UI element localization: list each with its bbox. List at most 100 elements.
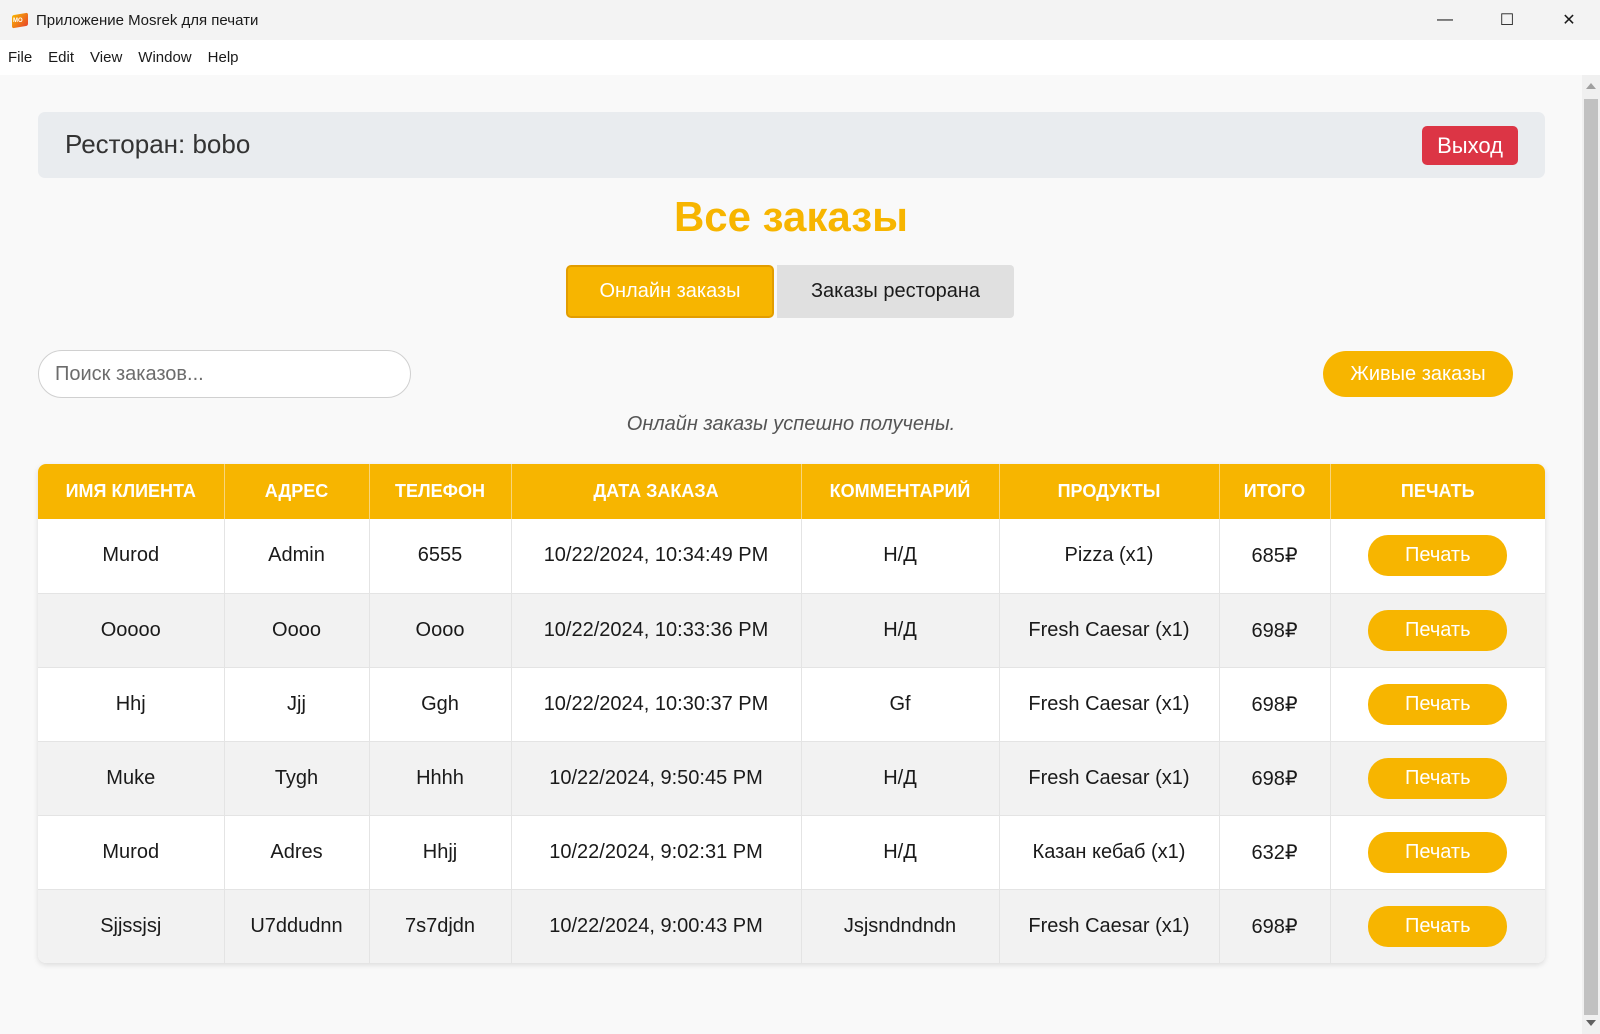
cell-print: Печать (1330, 519, 1545, 594)
tab-online-orders[interactable]: Онлайн заказы (566, 265, 774, 318)
header-total[interactable]: Итого (1219, 464, 1331, 519)
print-button[interactable]: Печать (1368, 535, 1508, 577)
logout-button[interactable]: Выход (1422, 126, 1518, 165)
cell-order-date: 10/22/2024, 10:33:36 PM (511, 593, 802, 668)
tab-restaurant-orders[interactable]: Заказы ресторана (777, 265, 1014, 318)
table-row: Murod Admin 6555 10/22/2024, 10:34:49 PM Н/Д… (38, 519, 1545, 594)
menu-bar: File Edit View Window Help (0, 40, 1600, 75)
cell-products: Fresh Caesar (x1) (999, 593, 1220, 668)
cell-print: Печать (1330, 815, 1545, 890)
menu-edit[interactable]: Edit (48, 49, 74, 66)
cell-order-date: 10/22/2024, 10:34:49 PM (511, 519, 802, 594)
maximize-icon: ☐ (1499, 12, 1515, 29)
table-row: Muke Tygh Hhhh 10/22/2024, 9:50:45 PM Н/Д Fre… (38, 741, 1545, 816)
print-button[interactable]: Печать (1368, 683, 1508, 725)
cell-client-name: Muke (38, 741, 225, 816)
header-comment[interactable]: Комментарий (801, 464, 1000, 519)
maximize-button[interactable]: ☐ (1476, 0, 1538, 40)
header-client-name[interactable]: Имя клиента (38, 464, 225, 519)
cell-products: Fresh Caesar (x1) (999, 667, 1220, 742)
cell-products: Fresh Caesar (x1) (999, 741, 1220, 816)
restaurant-name: Ресторан: bobo (65, 129, 251, 159)
page-title: Все заказы (673, 193, 909, 240)
print-button[interactable]: Печать (1368, 757, 1508, 799)
cell-order-date: 10/22/2024, 10:30:37 PM (511, 667, 802, 742)
cell-total: 698₽ (1219, 741, 1331, 816)
table-row: Sjjssjsj U7ddudnn 7s7djdn 10/22/2024, 9:00:… (38, 889, 1545, 963)
scroll-up-arrow-icon[interactable] (1586, 83, 1596, 89)
vertical-scrollbar[interactable] (1582, 75, 1600, 1034)
cell-address: Adres (224, 815, 370, 890)
scrollbar-thumb[interactable] (1584, 99, 1598, 1015)
menu-file[interactable]: File (8, 49, 32, 66)
print-button[interactable]: Печать (1368, 609, 1508, 651)
table-row: Ooooo Oooo Oooo 10/22/2024, 10:33:36 PM Н/Д F… (38, 593, 1545, 668)
menu-view[interactable]: View (90, 49, 122, 66)
table-header-row: Имя клиента Адрес Телефон Дата заказа Ко… (38, 464, 1545, 519)
cell-total: 698₽ (1219, 889, 1331, 963)
cell-address: Tygh (224, 741, 370, 816)
cell-comment: Н/Д (801, 593, 1000, 668)
cell-order-date: 10/22/2024, 9:50:45 PM (511, 741, 802, 816)
print-button[interactable]: Печать (1368, 905, 1508, 947)
cell-products: Fresh Caesar (x1) (999, 889, 1220, 963)
header-phone[interactable]: Телефон (369, 464, 512, 519)
cell-phone: Hhhh (369, 741, 512, 816)
cell-total: 632₽ (1219, 815, 1331, 890)
minimize-icon: — (1437, 11, 1453, 28)
cell-comment: Н/Д (801, 815, 1000, 890)
header-print: Печать (1330, 464, 1545, 519)
cell-products: Pizza (x1) (999, 519, 1220, 594)
main-content: Ресторан: bobo Выход Все заказы Онлайн з… (0, 75, 1582, 1034)
orders-table: Имя клиента Адрес Телефон Дата заказа Ко… (38, 464, 1545, 963)
header-order-date[interactable]: Дата заказа (511, 464, 802, 519)
cell-phone: 6555 (369, 519, 512, 594)
cell-total: 685₽ (1219, 519, 1331, 594)
cell-address: Oooo (224, 593, 370, 668)
restaurant-header: Ресторан: bobo Выход (38, 112, 1545, 178)
minimize-button[interactable]: — (1414, 0, 1476, 40)
cell-phone: 7s7djdn (369, 889, 512, 963)
close-button[interactable]: ✕ (1538, 0, 1600, 40)
menu-window[interactable]: Window (138, 49, 191, 66)
header-products[interactable]: Продукты (999, 464, 1220, 519)
cell-phone: Hhjj (369, 815, 512, 890)
cell-print: Печать (1330, 741, 1545, 816)
print-button[interactable]: Печать (1368, 831, 1508, 873)
cell-address: U7ddudnn (224, 889, 370, 963)
cell-client-name: Murod (38, 815, 225, 890)
cell-phone: Ggh (369, 667, 512, 742)
title-bar: MO Приложение Mosrek для печати — ☐ ✕ (0, 0, 1600, 40)
order-tabs: Онлайн заказы Заказы ресторана (566, 265, 1014, 318)
cell-client-name: Murod (38, 519, 225, 594)
cell-phone: Oooo (369, 593, 512, 668)
cell-order-date: 10/22/2024, 9:00:43 PM (511, 889, 802, 963)
cell-comment: Jsjsndndndn (801, 889, 1000, 963)
cell-print: Печать (1330, 667, 1545, 742)
cell-comment: Н/Д (801, 741, 1000, 816)
cell-client-name: Ooooo (38, 593, 225, 668)
cell-products: Казан кебаб (x1) (999, 815, 1220, 890)
cell-print: Печать (1330, 593, 1545, 668)
header-address[interactable]: Адрес (224, 464, 370, 519)
scroll-down-arrow-icon[interactable] (1586, 1020, 1596, 1026)
table-row: Murod Adres Hhjj 10/22/2024, 9:02:31 PM Н/Д К… (38, 815, 1545, 890)
cell-client-name: Hhj (38, 667, 225, 742)
cell-address: Jjj (224, 667, 370, 742)
close-icon: ✕ (1562, 12, 1576, 29)
table-row: Hhj Jjj Ggh 10/22/2024, 10:30:37 PM Gf Fresh … (38, 667, 1545, 742)
cell-comment: Gf (801, 667, 1000, 742)
menu-help[interactable]: Help (208, 49, 239, 66)
cell-address: Admin (224, 519, 370, 594)
cell-print: Печать (1330, 889, 1545, 963)
cell-total: 698₽ (1219, 667, 1331, 742)
cell-total: 698₽ (1219, 593, 1331, 668)
window-title: Приложение Mosrek для печати (36, 11, 259, 29)
cell-comment: Н/Д (801, 519, 1000, 594)
app-logo-icon: MO (10, 11, 30, 29)
live-orders-button[interactable]: Живые заказы (1323, 351, 1513, 397)
cell-order-date: 10/22/2024, 9:02:31 PM (511, 815, 802, 890)
search-input[interactable] (38, 350, 411, 398)
status-message: Онлайн заказы успешно получены. (626, 413, 956, 435)
cell-client-name: Sjjssjsj (38, 889, 225, 963)
